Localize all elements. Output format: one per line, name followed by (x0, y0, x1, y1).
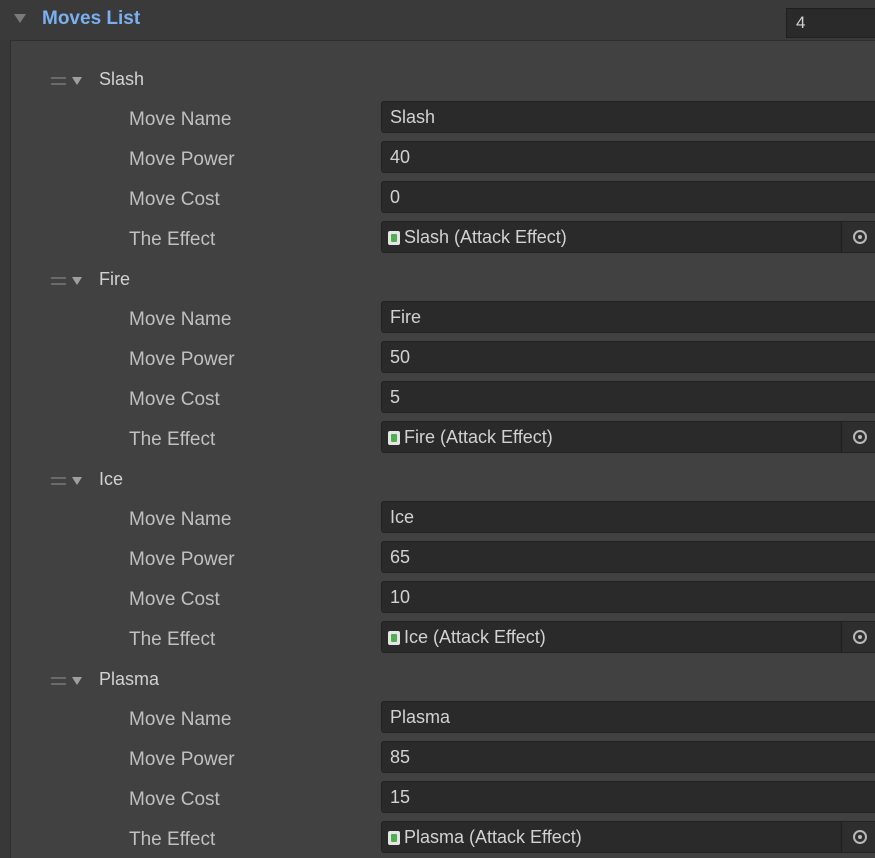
move-cost-field[interactable]: 10 (381, 581, 875, 613)
element-foldout-icon[interactable] (72, 677, 82, 685)
script-asset-icon (388, 431, 400, 445)
move-name-label: Move Name (129, 309, 232, 330)
inspector-panel: Moves List 4 Slash Move Name Slash Move … (0, 0, 875, 858)
move-name-field[interactable]: Slash (381, 101, 875, 133)
list-element-header[interactable]: Ice (11, 461, 875, 501)
move-power-field[interactable]: 50 (381, 341, 875, 373)
effect-value: Plasma (Attack Effect) (404, 827, 582, 847)
move-name-label: Move Name (129, 709, 232, 730)
move-cost-label: Move Cost (129, 789, 220, 810)
move-name-label: Move Name (129, 509, 232, 530)
drag-handle-icon[interactable] (51, 77, 66, 85)
list-size-field[interactable]: 4 (786, 8, 875, 38)
the-effect-object-field[interactable]: Slash (Attack Effect) (381, 221, 875, 253)
the-effect-object-field[interactable]: Ice (Attack Effect) (381, 621, 875, 653)
the-effect-label: The Effect (129, 629, 216, 650)
element-foldout-icon[interactable] (72, 277, 82, 285)
the-effect-object-field[interactable]: Fire (Attack Effect) (381, 421, 875, 453)
object-picker-button[interactable] (841, 622, 875, 652)
drag-handle-icon[interactable] (51, 477, 66, 485)
move-power-field[interactable]: 85 (381, 741, 875, 773)
move-power-label: Move Power (129, 149, 235, 170)
move-power-label: Move Power (129, 549, 235, 570)
effect-value: Fire (Attack Effect) (404, 427, 553, 447)
drag-handle-icon[interactable] (51, 677, 66, 685)
move-name-label: Move Name (129, 109, 232, 130)
move-cost-field[interactable]: 0 (381, 181, 875, 213)
the-effect-label: The Effect (129, 829, 216, 850)
the-effect-label: The Effect (129, 429, 216, 450)
move-name-field[interactable]: Plasma (381, 701, 875, 733)
script-asset-icon (388, 631, 400, 645)
list-element-header[interactable]: Plasma (11, 661, 875, 701)
element-foldout-icon[interactable] (72, 77, 82, 85)
element-label[interactable]: Plasma (99, 669, 159, 690)
effect-value: Ice (Attack Effect) (404, 627, 546, 647)
drag-handle-icon[interactable] (51, 277, 66, 285)
object-picker-button[interactable] (841, 422, 875, 452)
moves-list-title[interactable]: Moves List (42, 8, 140, 30)
script-asset-icon (388, 231, 400, 245)
move-power-label: Move Power (129, 349, 235, 370)
moves-list-header[interactable]: Moves List 4 (0, 0, 875, 40)
move-name-field[interactable]: Ice (381, 501, 875, 533)
move-cost-label: Move Cost (129, 589, 220, 610)
element-foldout-icon[interactable] (72, 477, 82, 485)
element-label[interactable]: Slash (99, 69, 144, 90)
move-power-label: Move Power (129, 749, 235, 770)
move-power-field[interactable]: 40 (381, 141, 875, 173)
the-effect-label: The Effect (129, 229, 216, 250)
object-picker-button[interactable] (841, 822, 875, 852)
move-cost-label: Move Cost (129, 389, 220, 410)
script-asset-icon (388, 831, 400, 845)
element-label[interactable]: Ice (99, 469, 123, 490)
moves-list-foldout-icon[interactable] (14, 14, 26, 23)
move-cost-field[interactable]: 15 (381, 781, 875, 813)
moves-list-body: Slash Move Name Slash Move Power 40 Move… (10, 40, 875, 858)
the-effect-object-field[interactable]: Plasma (Attack Effect) (381, 821, 875, 853)
move-power-field[interactable]: 65 (381, 541, 875, 573)
move-cost-field[interactable]: 5 (381, 381, 875, 413)
move-name-field[interactable]: Fire (381, 301, 875, 333)
move-cost-label: Move Cost (129, 189, 220, 210)
object-picker-button[interactable] (841, 222, 875, 252)
effect-value: Slash (Attack Effect) (404, 227, 567, 247)
list-element-header[interactable]: Fire (11, 261, 875, 301)
element-label[interactable]: Fire (99, 269, 130, 290)
list-element-header[interactable]: Slash (11, 61, 875, 101)
